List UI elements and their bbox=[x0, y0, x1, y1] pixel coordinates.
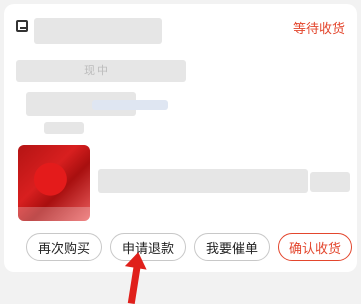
urge-order-button[interactable]: 我要催单 bbox=[194, 233, 270, 261]
order-actions: 再次购买 申请退款 我要催单 确认收货 bbox=[26, 233, 356, 263]
order-detail-redacted-2 bbox=[44, 122, 84, 134]
order-status: 等待收货 bbox=[292, 22, 345, 37]
product-title-redacted[interactable] bbox=[98, 169, 308, 193]
buy-again-button[interactable]: 再次购买 bbox=[26, 233, 102, 261]
order-info-ghost-text: 现中 bbox=[84, 64, 110, 77]
shop-name-redacted[interactable] bbox=[34, 18, 162, 44]
order-card: 等待收货 现中 再次购买 申请退款 我要催单 确认收货 bbox=[4, 4, 357, 272]
confirm-receipt-button[interactable]: 确认收货 bbox=[278, 233, 352, 261]
product-thumbnail[interactable] bbox=[18, 145, 90, 221]
tracking-link-redacted[interactable] bbox=[92, 100, 168, 110]
shop-icon bbox=[16, 20, 28, 32]
product-price-redacted bbox=[310, 172, 350, 192]
